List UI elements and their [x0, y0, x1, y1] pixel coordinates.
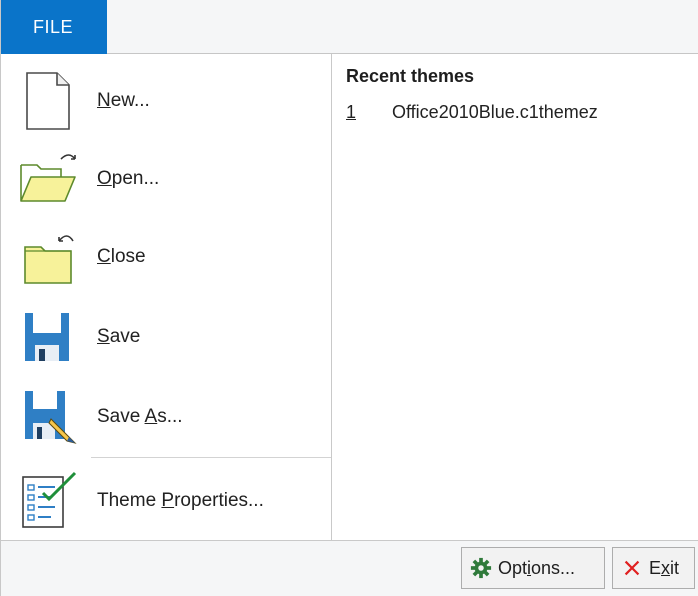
menu-item-theme-properties[interactable]: Theme Properties...: [1, 462, 332, 540]
backstage-window: FILE New... Open... Close Save Save As..…: [0, 0, 698, 596]
footer-bar: Options... Exit: [1, 540, 698, 596]
menu-item-close[interactable]: Close: [1, 218, 332, 296]
theme-properties-icon: [22, 471, 77, 528]
exit-label: Exit: [649, 557, 680, 578]
open-folder-icon: [20, 154, 76, 202]
menu-item-new[interactable]: New...: [1, 62, 332, 140]
recent-themes-title: Recent themes: [346, 66, 475, 86]
menu-item-label: New...: [97, 90, 150, 111]
close-folder-icon: [24, 235, 74, 284]
recent-panel: Recent themes 1 Office2010Blue.c1themez: [332, 54, 698, 540]
menu-item-label: Open...: [97, 168, 160, 189]
tab-file[interactable]: FILE: [1, 0, 107, 54]
menu-item-label: Close: [97, 246, 146, 267]
menu-item-save-as[interactable]: Save As...: [1, 378, 332, 456]
menu-separator: [91, 457, 331, 458]
menu-item-save[interactable]: Save: [1, 298, 332, 376]
options-button[interactable]: Options...: [461, 547, 605, 589]
new-document-icon: [26, 72, 70, 130]
recent-item-name: Office2010Blue.c1themez: [392, 102, 598, 122]
tab-bar: FILE: [1, 0, 698, 54]
recent-item-number: 1: [346, 102, 357, 122]
options-label: Options...: [498, 557, 576, 578]
recent-theme-item[interactable]: 1 Office2010Blue.c1themez: [346, 102, 598, 123]
gear-icon: [470, 557, 492, 579]
close-x-icon: [624, 560, 640, 576]
menu-item-label: Save As...: [97, 406, 183, 427]
save-as-icon: [25, 391, 77, 444]
exit-button[interactable]: Exit: [612, 547, 695, 589]
menu-item-open[interactable]: Open...: [1, 140, 332, 218]
menu-item-label: Save: [97, 326, 141, 347]
menu-item-label: Theme Properties...: [97, 490, 264, 511]
save-disk-icon: [25, 313, 69, 361]
file-menu: New... Open... Close Save Save As... The…: [1, 54, 332, 540]
